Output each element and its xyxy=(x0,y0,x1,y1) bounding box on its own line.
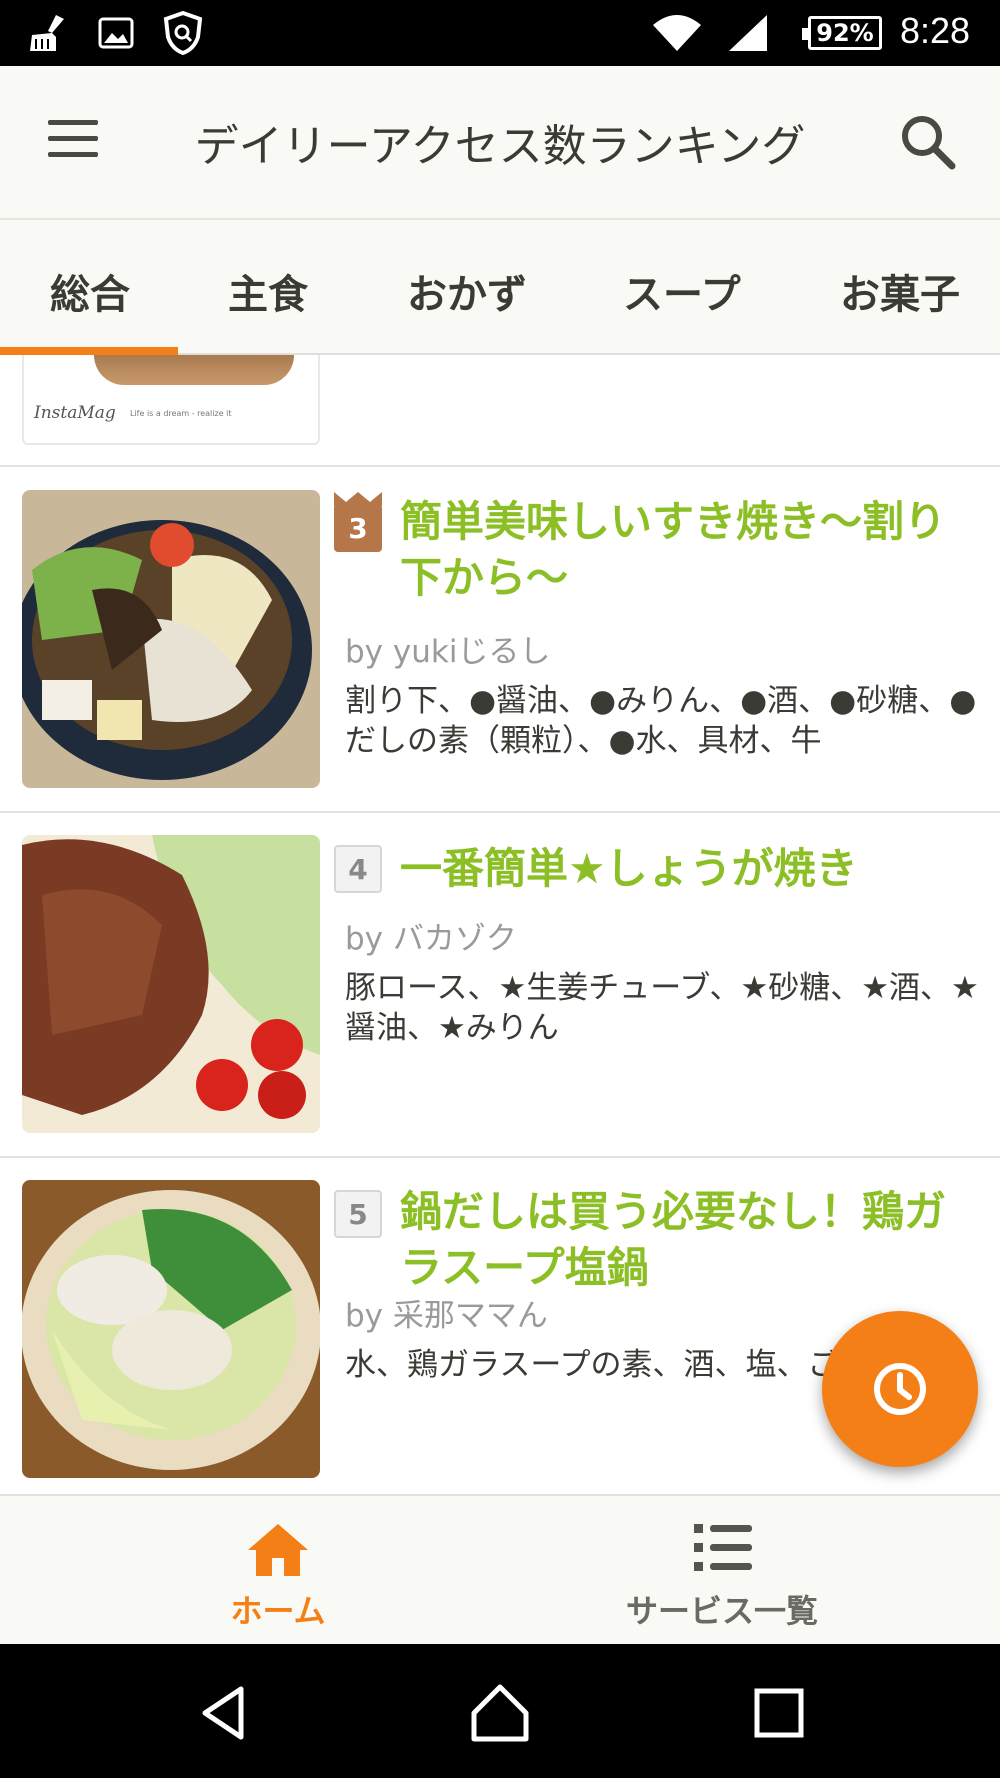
tab-sweets[interactable]: お菓子 xyxy=(840,262,960,320)
menu-icon[interactable] xyxy=(44,118,104,162)
home-system-icon[interactable] xyxy=(465,1678,535,1748)
cleaner-icon xyxy=(24,12,74,54)
tab-soup[interactable]: スープ xyxy=(623,262,741,320)
recipe-ingredients: 豚ロース、★生姜チューブ、★砂糖、★酒、★醤油、★みりん xyxy=(345,970,979,1046)
wifi-icon xyxy=(650,12,704,54)
clock-time: 8:28 xyxy=(900,10,971,51)
recipe-title[interactable]: 簡単美味しいすき焼き〜割り下から〜 xyxy=(400,494,960,606)
tab-indicator xyxy=(0,347,178,355)
recipe-author[interactable]: by 采那ママん xyxy=(345,1290,548,1335)
rank-badge: 5 xyxy=(334,1190,382,1238)
ginger-pork-image xyxy=(22,835,320,1133)
system-navigation-bar xyxy=(0,1644,1000,1778)
home-icon xyxy=(248,1524,308,1576)
shield-icon xyxy=(160,11,206,55)
nav-services-label: サービス一覧 xyxy=(625,1592,818,1630)
watermark-subtext: Life is a dream - realize it xyxy=(130,409,232,418)
nav-services[interactable]: サービス一覧 xyxy=(572,1514,872,1634)
category-tabs: 総合 主食 おかず スープ お菓子 xyxy=(0,220,1000,355)
back-icon[interactable] xyxy=(190,1678,260,1748)
history-fab[interactable] xyxy=(822,1311,978,1467)
status-bar: 92% 8:28 xyxy=(0,0,1000,66)
recipe-thumbnail[interactable]: InstaMag Life is a dream - realize it xyxy=(22,355,320,445)
recipe-thumbnail[interactable] xyxy=(22,835,320,1133)
recents-icon[interactable] xyxy=(744,1678,814,1748)
search-icon[interactable] xyxy=(898,112,964,178)
page-title: デイリーアクセス数ランキング xyxy=(194,121,806,172)
ranking-list: InstaMag Life is a dream - realize it 3 … xyxy=(0,355,1000,1495)
recipe-thumbnail[interactable] xyxy=(22,1180,320,1478)
hotpot-image xyxy=(22,1180,320,1478)
battery-indicator: 92% xyxy=(802,16,882,50)
list-icon xyxy=(694,1524,752,1571)
image-icon xyxy=(96,12,136,54)
rank-badge: 3 xyxy=(334,504,382,552)
recipe-title[interactable]: 鍋だしは買う必要なし！鶏ガラスープ塩鍋 xyxy=(400,1184,960,1296)
list-item[interactable]: 3 簡単美味しいすき焼き〜割り下から〜 by yukiじるし 割り下、●醤油、●… xyxy=(0,468,1000,813)
tab-side-dish[interactable]: おかず xyxy=(407,262,527,320)
tab-overall[interactable]: 総合 xyxy=(50,262,130,320)
clock-icon xyxy=(874,1363,926,1415)
nav-home-label: ホーム xyxy=(230,1592,326,1630)
food-image xyxy=(94,355,294,385)
tab-staple[interactable]: 主食 xyxy=(228,262,308,320)
nav-home[interactable]: ホーム xyxy=(128,1514,428,1634)
rank-badge: 4 xyxy=(334,845,382,893)
recipe-ingredients: 割り下、●醤油、●みりん、●酒、●砂糖、●だしの素（顆粒）、●水、具材、牛 xyxy=(345,683,977,759)
app-bar: デイリーアクセス数ランキング xyxy=(0,66,1000,220)
sukiyaki-image xyxy=(22,490,320,788)
recipe-author[interactable]: by yukiじるし xyxy=(345,626,550,671)
bottom-navigation: ホーム サービス一覧 xyxy=(0,1494,1000,1644)
list-item[interactable]: 4 一番簡単★しょうが焼き by バカゾク 豚ロース、★生姜チューブ、★砂糖、★… xyxy=(0,813,1000,1158)
list-item[interactable]: InstaMag Life is a dream - realize it xyxy=(0,355,1000,467)
recipe-title[interactable]: 一番簡単★しょうが焼き xyxy=(400,841,960,897)
recipe-author[interactable]: by バカゾク xyxy=(345,913,517,958)
watermark-logo: InstaMag xyxy=(34,403,116,423)
signal-icon xyxy=(726,12,770,54)
recipe-thumbnail[interactable] xyxy=(22,490,320,788)
